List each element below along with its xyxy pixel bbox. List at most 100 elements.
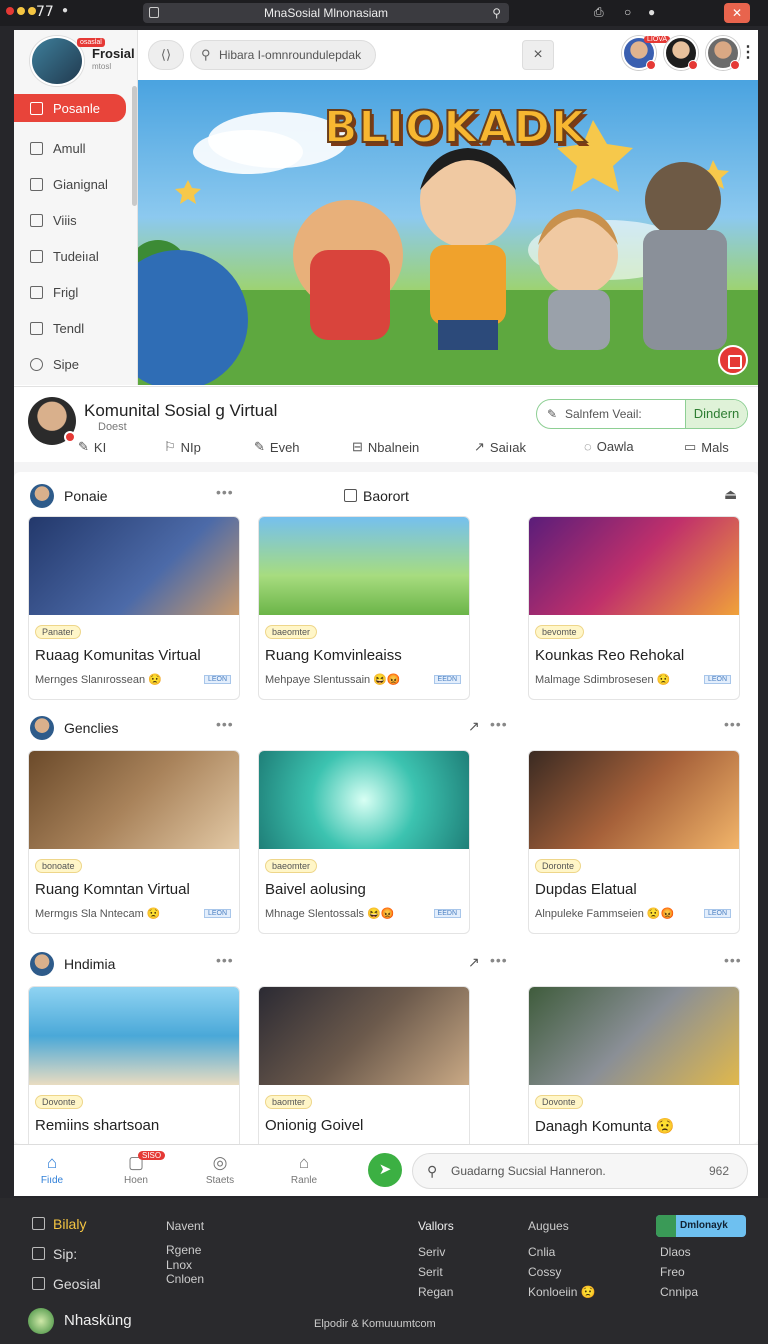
post-card[interactable]: Dovonte Remiins shartsoan	[28, 986, 240, 1144]
sidebar-item-label: Tendl	[53, 320, 85, 336]
share-icon[interactable]: ↗	[468, 718, 480, 735]
app-window: osaslal Frosial mtosl Posanle Amull Gian…	[14, 30, 758, 1196]
footer-badge-button[interactable]: Dmlonayk	[656, 1215, 746, 1237]
profile-subtitle: mtosl	[92, 62, 112, 71]
code-button[interactable]: ⟨⟩	[148, 40, 184, 70]
more-options-icon[interactable]: •••	[216, 952, 234, 968]
footer-link[interactable]: Serit	[418, 1262, 454, 1282]
post-card[interactable]: baomter Onionig Goivel	[258, 986, 470, 1144]
section-title: Hndimia	[64, 956, 116, 972]
more-options-icon[interactable]: •••	[724, 952, 742, 968]
footer-link-sip[interactable]: Sip:	[32, 1246, 77, 1262]
hero-action-button[interactable]	[718, 345, 748, 375]
footer-link[interactable]: Seriv	[418, 1242, 454, 1262]
post-card[interactable]: baeomter Baivel aolusing Mhnage Slentoss…	[258, 750, 470, 934]
post-card[interactable]: Dovonte Danagh Komunta 😟	[528, 986, 740, 1144]
avatar[interactable]	[30, 484, 54, 508]
footer-link[interactable]: Cossy	[528, 1262, 596, 1282]
post-image	[29, 517, 239, 615]
post-card[interactable]: Doronte Dupdas Elatual Alnpuleke Fammsei…	[528, 750, 740, 934]
address-text: MnaSosial Mlnonasiam	[263, 6, 389, 20]
post-meta: Alnpuleke Fammseien 😟😡	[535, 908, 675, 920]
section-header: Genclies ••• ↗ ••• •••	[14, 716, 758, 742]
footer-link-bilaly[interactable]: Bilaly	[32, 1216, 86, 1232]
footer-link[interactable]: Rgene	[166, 1242, 204, 1258]
more-options-icon[interactable]: •••	[724, 716, 742, 732]
tab-staets[interactable]: ◎ Staets	[190, 1153, 250, 1186]
footer-link-geosial[interactable]: Geosial	[32, 1276, 100, 1292]
sidebar-item-sipe[interactable]: Sipe	[14, 346, 132, 382]
avatar[interactable]	[30, 952, 54, 976]
post-card[interactable]: Panater Ruaag Komunitas Virtual Mernges …	[28, 516, 240, 700]
footer-link[interactable]: Regan	[418, 1282, 454, 1302]
sidebar-item-viiis[interactable]: Viiis	[14, 202, 132, 238]
brand-name: Nhasküng	[64, 1312, 132, 1329]
profile-avatar[interactable]: osaslal	[30, 36, 105, 86]
post-chip: LEON	[703, 909, 731, 918]
sidebar-item-frigl[interactable]: Frigl	[14, 274, 132, 310]
close-icon: ×	[533, 46, 543, 63]
footer-link[interactable]: Dlaos	[660, 1242, 698, 1262]
sidebar-item-posanle[interactable]: Posanle	[14, 94, 126, 122]
address-bar[interactable]: MnaSosial Mlnonasiam ⚲	[143, 3, 509, 23]
post-image	[529, 987, 739, 1085]
action-ki[interactable]: ✎ KI	[78, 439, 106, 455]
avatar[interactable]	[30, 716, 54, 740]
avatar[interactable]	[706, 36, 740, 70]
footer-link-label: Sip:	[53, 1246, 78, 1262]
footer-link[interactable]: Cnnipa	[660, 1282, 698, 1302]
sidebar-scrollbar[interactable]	[132, 86, 137, 206]
bottom-search-input[interactable]: ⚲ Guadarng Sucsial Hanneron. 962	[412, 1153, 748, 1189]
community-avatar[interactable]	[28, 397, 76, 445]
footer-link[interactable]: Konloeiin 😟	[528, 1282, 596, 1302]
bottom-nav: ⌂ Fiıde ▢ SISO Hoen ◎ Staets ⌂ Ranle ➤ ⚲ Guad…	[14, 1144, 758, 1196]
sidebar-item-label: Sipe	[53, 356, 80, 372]
sidebar-item-gianignal[interactable]: Gianignal	[14, 166, 132, 202]
send-button[interactable]: ➤	[368, 1153, 402, 1187]
close-dot[interactable]	[6, 7, 14, 15]
record-icon[interactable]: ○	[624, 5, 636, 19]
community-actions: ✎ KI ⚐ NIp ✎ Eveh ⊟ Nbalnein ↗ Saiıak ◌ Oawla …	[78, 439, 758, 459]
footer-link[interactable]: Lnox	[166, 1258, 204, 1272]
sidebar-item-tendl[interactable]: Tendl	[14, 310, 132, 346]
footer-link[interactable]: Cnlia	[528, 1242, 596, 1262]
search-input[interactable]: ⚲ Hibara I-omnroundulepdak	[190, 40, 376, 70]
footer-link[interactable]: Cnloen	[166, 1272, 204, 1286]
upload-icon[interactable]: ⏏	[724, 486, 737, 503]
checkbox-icon[interactable]	[344, 489, 357, 502]
footer-col-1: Navent Rgene Lnox Cnloen	[166, 1216, 204, 1286]
minimize-dot[interactable]	[17, 7, 25, 15]
more-options-icon[interactable]: •••	[216, 484, 234, 500]
chat-icon[interactable]: ●	[648, 5, 660, 19]
post-card[interactable]: baeomter Ruang Komvinleaiss Mehpaye Slen…	[258, 516, 470, 700]
close-window-button[interactable]: ✕	[724, 3, 750, 23]
community-subtitle: Doest	[98, 421, 127, 433]
action-oawla[interactable]: ◌ Oawla	[584, 439, 634, 454]
share-icon[interactable]: ⎙	[594, 5, 606, 19]
footer-link[interactable]: Freo	[660, 1262, 698, 1282]
avatar[interactable]: LIOVA	[622, 36, 671, 70]
maximize-dot[interactable]	[28, 7, 36, 15]
post-card[interactable]: bevomte Kounkas Reo Rehokal Malmage Sdim…	[528, 516, 740, 700]
notification-dot	[64, 431, 76, 443]
action-nbalnein[interactable]: ⊟ Nbalnein	[352, 439, 419, 455]
clear-search-button[interactable]: ×	[522, 40, 554, 70]
more-options-icon[interactable]: ⋮	[740, 42, 756, 62]
share-icon[interactable]: ↗	[468, 954, 480, 971]
tab-home[interactable]: ⌂ Fiıde	[22, 1153, 82, 1186]
tab-ranle[interactable]: ⌂ Ranle	[274, 1153, 334, 1186]
join-button[interactable]: Dindern	[685, 400, 747, 428]
search-icon[interactable]: ⚲	[492, 3, 501, 23]
more-options-icon[interactable]: •••	[490, 952, 508, 968]
action-mals[interactable]: ▭ Mals	[684, 439, 729, 455]
more-options-icon[interactable]: •••	[216, 716, 234, 732]
more-options-icon[interactable]: •••	[490, 716, 508, 732]
post-card[interactable]: bonoate Ruang Komntan Virtual Mermgıs Sl…	[28, 750, 240, 934]
action-eveh[interactable]: ✎ Eveh	[254, 439, 300, 455]
action-saiiak[interactable]: ↗ Saiıak	[474, 439, 526, 455]
sidebar-item-tudeial[interactable]: Tudeiıal	[14, 238, 132, 274]
action-nip[interactable]: ⚐ NIp	[164, 439, 201, 455]
avatar[interactable]	[664, 36, 698, 70]
sidebar-item-amull[interactable]: Amull	[14, 130, 132, 166]
tab-hoen[interactable]: ▢ SISO Hoen	[106, 1151, 166, 1186]
